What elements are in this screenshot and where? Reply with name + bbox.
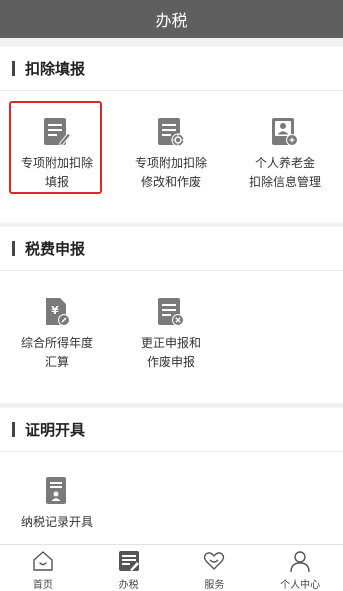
tile-label: 更正申报和 作废申报 xyxy=(140,336,201,369)
top-bar: 办税 xyxy=(0,0,343,38)
tax-office-icon xyxy=(118,551,139,571)
tile-grid: 纳税记录开具 xyxy=(0,452,343,544)
section-tax-declaration: 税费申报 ¥ 综合所得年度 汇算 更正申报和 作废申报 xyxy=(0,227,343,403)
section-header: 证明开具 xyxy=(0,408,343,452)
user-icon xyxy=(290,551,310,573)
tab-label: 服务 xyxy=(204,580,225,591)
tab-home[interactable]: 首页 xyxy=(0,545,86,591)
service-icon xyxy=(204,552,225,570)
home-icon xyxy=(33,551,53,571)
section-header: 扣除填报 xyxy=(0,47,343,91)
bottom-tab-bar: 首页 办税 服务 个人中心 xyxy=(0,544,343,591)
tile-grid: 专项附加扣除 填报 专项附加扣除 修改和作废 个人养老金 扣除信息管理 xyxy=(0,91,343,223)
section-bar xyxy=(12,61,15,76)
document-cancel-icon xyxy=(158,298,184,326)
section-title: 证明开具 xyxy=(25,421,86,439)
tab-label: 办税 xyxy=(118,580,139,591)
tile-annual-settlement[interactable]: ¥ 综合所得年度 汇算 xyxy=(0,271,114,403)
tile-correct-void-declaration[interactable]: 更正申报和 作废申报 xyxy=(114,271,228,403)
tile-pension-deduction[interactable]: 个人养老金 扣除信息管理 xyxy=(228,91,342,223)
tile-label: 纳税记录开具 xyxy=(20,515,93,529)
tab-label: 首页 xyxy=(32,580,53,591)
section-bar xyxy=(12,241,15,256)
section-title: 税费申报 xyxy=(25,240,86,258)
document-person-icon xyxy=(272,118,298,146)
tile-label: 综合所得年度 汇算 xyxy=(20,336,93,369)
tile-label: 专项附加扣除 填报 xyxy=(20,156,93,189)
section-bar xyxy=(12,422,15,437)
tile-label: 个人养老金 扣除信息管理 xyxy=(248,156,321,189)
tab-label: 个人中心 xyxy=(280,580,321,591)
svg-text:¥: ¥ xyxy=(51,304,59,317)
tile-label: 专项附加扣除 修改和作废 xyxy=(134,156,207,189)
section-title: 扣除填报 xyxy=(25,60,86,78)
section-header: 税费申报 xyxy=(0,227,343,271)
tab-service[interactable]: 服务 xyxy=(172,545,258,591)
section-certificate: 证明开具 纳税记录开具 xyxy=(0,408,343,544)
section-deduction: 扣除填报 专项附加扣除 填报 专项附加扣除 修改和作废 个人养老金 扣除信息管理 xyxy=(0,47,343,223)
document-settings-icon xyxy=(158,118,185,147)
document-edit-icon xyxy=(44,118,71,147)
tile-special-deduction-fill[interactable]: 专项附加扣除 填报 xyxy=(0,91,114,223)
certificate-icon xyxy=(46,477,66,504)
tax-document-icon: ¥ xyxy=(46,298,70,326)
tab-profile[interactable]: 个人中心 xyxy=(257,545,343,591)
tile-tax-record[interactable]: 纳税记录开具 xyxy=(0,452,114,544)
tile-special-deduction-modify[interactable]: 专项附加扣除 修改和作废 xyxy=(114,91,228,223)
tile-grid: ¥ 综合所得年度 汇算 更正申报和 作废申报 xyxy=(0,271,343,403)
tab-tax-office[interactable]: 办税 xyxy=(86,545,172,591)
page-title: 办税 xyxy=(155,11,188,30)
